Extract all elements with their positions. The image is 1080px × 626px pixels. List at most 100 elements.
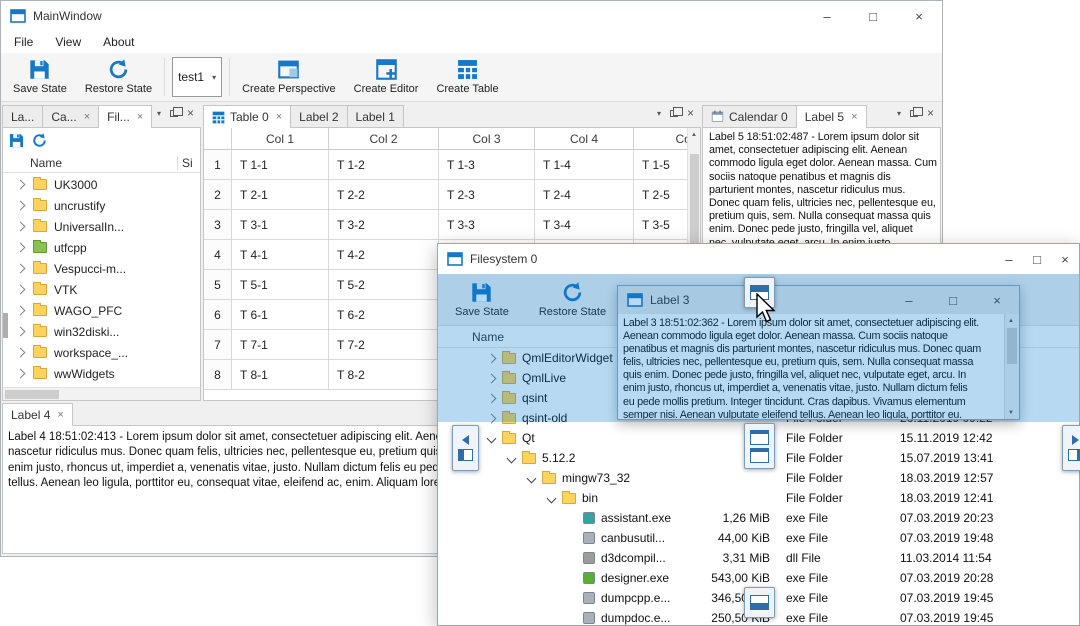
tab-list-dropdown-icon[interactable]: ▾	[157, 109, 161, 118]
tab-list-dropdown-icon[interactable]: ▾	[657, 109, 661, 118]
column-header-col-2[interactable]: Col 2	[329, 128, 439, 150]
drop-indicator-right[interactable]	[1062, 425, 1080, 471]
fs-item-designer-exe[interactable]: designer.exe 543,00 KiB exe File 07.03.2019…	[438, 568, 1079, 588]
chevron-right-icon[interactable]	[15, 200, 26, 211]
column-header-col-4[interactable]: Col 4	[535, 128, 634, 150]
tree-item-workspace[interactable]: workspace_...	[3, 342, 200, 363]
chevron-right-icon[interactable]	[15, 221, 26, 232]
size-column-header[interactable]: Si	[177, 155, 200, 170]
right-tab-label-5[interactable]: Label 5 ×	[795, 105, 867, 128]
row-header[interactable]: 1	[204, 150, 232, 180]
table-cell[interactable]: T 5-1	[232, 270, 329, 300]
vertical-scrollbar-thumb[interactable]	[3, 313, 8, 338]
left-tab-ca[interactable]: Ca... ×	[42, 105, 100, 127]
table-cell[interactable]: T 2-1	[232, 180, 329, 210]
tree-item-universalin[interactable]: UniversalIn...	[3, 216, 200, 237]
restore-state-button[interactable]: Restore State	[76, 55, 161, 100]
row-header[interactable]: 7	[204, 330, 232, 360]
chevron-right-icon[interactable]	[15, 263, 26, 274]
table-cell[interactable]: T 3-3	[439, 210, 535, 240]
chevron-right-icon[interactable]	[15, 326, 26, 337]
table-cell[interactable]: T 2-4	[535, 180, 634, 210]
chevron-right-icon[interactable]	[15, 368, 26, 379]
create-editor-button[interactable]: Create Editor	[345, 55, 428, 100]
center-tab-label-2[interactable]: Label 2	[290, 105, 348, 127]
minimize-icon[interactable]: –	[804, 1, 850, 31]
drop-indicator-center[interactable]	[744, 423, 775, 469]
chevron-right-icon[interactable]	[15, 242, 26, 253]
drop-indicator-bottom[interactable]	[744, 587, 775, 618]
chevron-right-icon[interactable]	[15, 179, 26, 190]
save-state-button[interactable]: Save State	[4, 55, 76, 100]
table-cell[interactable]: T 3-2	[329, 210, 439, 240]
create-perspective-button[interactable]: Create Perspective	[233, 55, 345, 100]
row-header[interactable]: 4	[204, 240, 232, 270]
tree-item-wwwidgets[interactable]: wwWidgets	[3, 363, 200, 384]
table-cell[interactable]: T 4-1	[232, 240, 329, 270]
table-cell[interactable]: T 7-2	[329, 330, 439, 360]
table-cell[interactable]: T 4-2	[329, 240, 439, 270]
left-tab-fil[interactable]: Fil... ×	[98, 105, 153, 128]
table-cell[interactable]: T 1-3	[439, 150, 535, 180]
menu-view[interactable]: View	[44, 31, 92, 53]
fs-item-assistant-exe[interactable]: assistant.exe 1,26 MiB exe File 07.03.2019 …	[438, 508, 1079, 528]
table-cell[interactable]: T 2-2	[329, 180, 439, 210]
perspective-combo[interactable]: test1 ▾	[172, 57, 223, 97]
chevron-down-icon[interactable]	[546, 493, 557, 503]
table-cell[interactable]: T 1-2	[329, 150, 439, 180]
tree-item-uncrustify[interactable]: uncrustify	[3, 195, 200, 216]
table-cell[interactable]: T 6-1	[232, 300, 329, 330]
filesystem-window-titlebar[interactable]: Filesystem 0 – □ ×	[438, 244, 1079, 274]
maximize-icon[interactable]: □	[850, 1, 896, 31]
row-header[interactable]: 6	[204, 300, 232, 330]
fs-item-d3dcompil[interactable]: d3dcompil... 3,31 MiB dll File 11.03.2014 1…	[438, 548, 1079, 568]
column-header-col-1[interactable]: Col 1	[232, 128, 329, 150]
scroll-up-icon[interactable]: ▲	[688, 128, 700, 141]
tree-item-utfcpp[interactable]: utfcpp	[3, 237, 200, 258]
detach-icon[interactable]	[169, 104, 183, 122]
table-cell[interactable]: T 1-1	[232, 150, 329, 180]
tree-item-win32diski[interactable]: win32diski...	[3, 321, 200, 342]
scrollbar-thumb[interactable]	[5, 390, 59, 399]
center-tab-table-0[interactable]: Table 0 ×	[203, 105, 292, 128]
main-window-titlebar[interactable]: MainWindow – □ ×	[1, 1, 942, 31]
table-cell[interactable]: T 8-1	[232, 360, 329, 390]
row-header[interactable]: 5	[204, 270, 232, 300]
table-cell[interactable]: T 2-3	[439, 180, 535, 210]
table-cell[interactable]: T 5-2	[329, 270, 439, 300]
close-icon[interactable]: ×	[1051, 244, 1079, 274]
tree-item-uk3000[interactable]: UK3000	[3, 174, 200, 195]
dock-close-icon[interactable]: ×	[187, 106, 194, 120]
tree-item-vtk[interactable]: VTK	[3, 279, 200, 300]
maximize-icon[interactable]: □	[1023, 244, 1051, 274]
detach-icon[interactable]	[669, 104, 683, 122]
tab-close-icon[interactable]: ×	[137, 111, 143, 123]
chevron-right-icon[interactable]	[15, 347, 26, 358]
row-header[interactable]: 2	[204, 180, 232, 210]
minimize-icon[interactable]: –	[995, 244, 1023, 274]
name-column-header[interactable]: Name	[3, 156, 177, 170]
table-cell[interactable]: T 6-2	[329, 300, 439, 330]
tab-list-dropdown-icon[interactable]: ▾	[897, 109, 901, 118]
row-header[interactable]: 8	[204, 360, 232, 390]
tab-close-icon[interactable]: ×	[57, 409, 63, 421]
chevron-right-icon[interactable]	[15, 305, 26, 316]
chevron-down-icon[interactable]	[486, 433, 497, 443]
dock-close-icon[interactable]: ×	[927, 106, 934, 120]
drop-indicator-left[interactable]	[452, 425, 479, 471]
bottom-tab-label-4[interactable]: Label 4 ×	[2, 403, 73, 426]
tree-item-wago-pfc[interactable]: WAGO_PFC	[3, 300, 200, 321]
menu-about[interactable]: About	[92, 31, 145, 53]
tree-item-vespucci-m[interactable]: Vespucci-m...	[3, 258, 200, 279]
right-tab-calendar-0[interactable]: Calendar 0	[702, 105, 797, 127]
menu-file[interactable]: File	[3, 31, 44, 53]
fs-item-mingw73-32[interactable]: mingw73_32 File Folder 18.03.2019 12:57	[438, 468, 1079, 488]
fs-item-bin[interactable]: bin File Folder 18.03.2019 12:41	[438, 488, 1079, 508]
table-cell[interactable]: T 3-4	[535, 210, 634, 240]
chevron-down-icon[interactable]	[526, 473, 537, 483]
table-cell[interactable]: T 7-1	[232, 330, 329, 360]
dock-close-icon[interactable]: ×	[687, 106, 694, 120]
fs-item-canbusutil[interactable]: canbusutil... 44,00 KiB exe File 07.03.2019…	[438, 528, 1079, 548]
close-icon[interactable]: ×	[896, 1, 942, 31]
tab-close-icon[interactable]: ×	[276, 111, 282, 123]
